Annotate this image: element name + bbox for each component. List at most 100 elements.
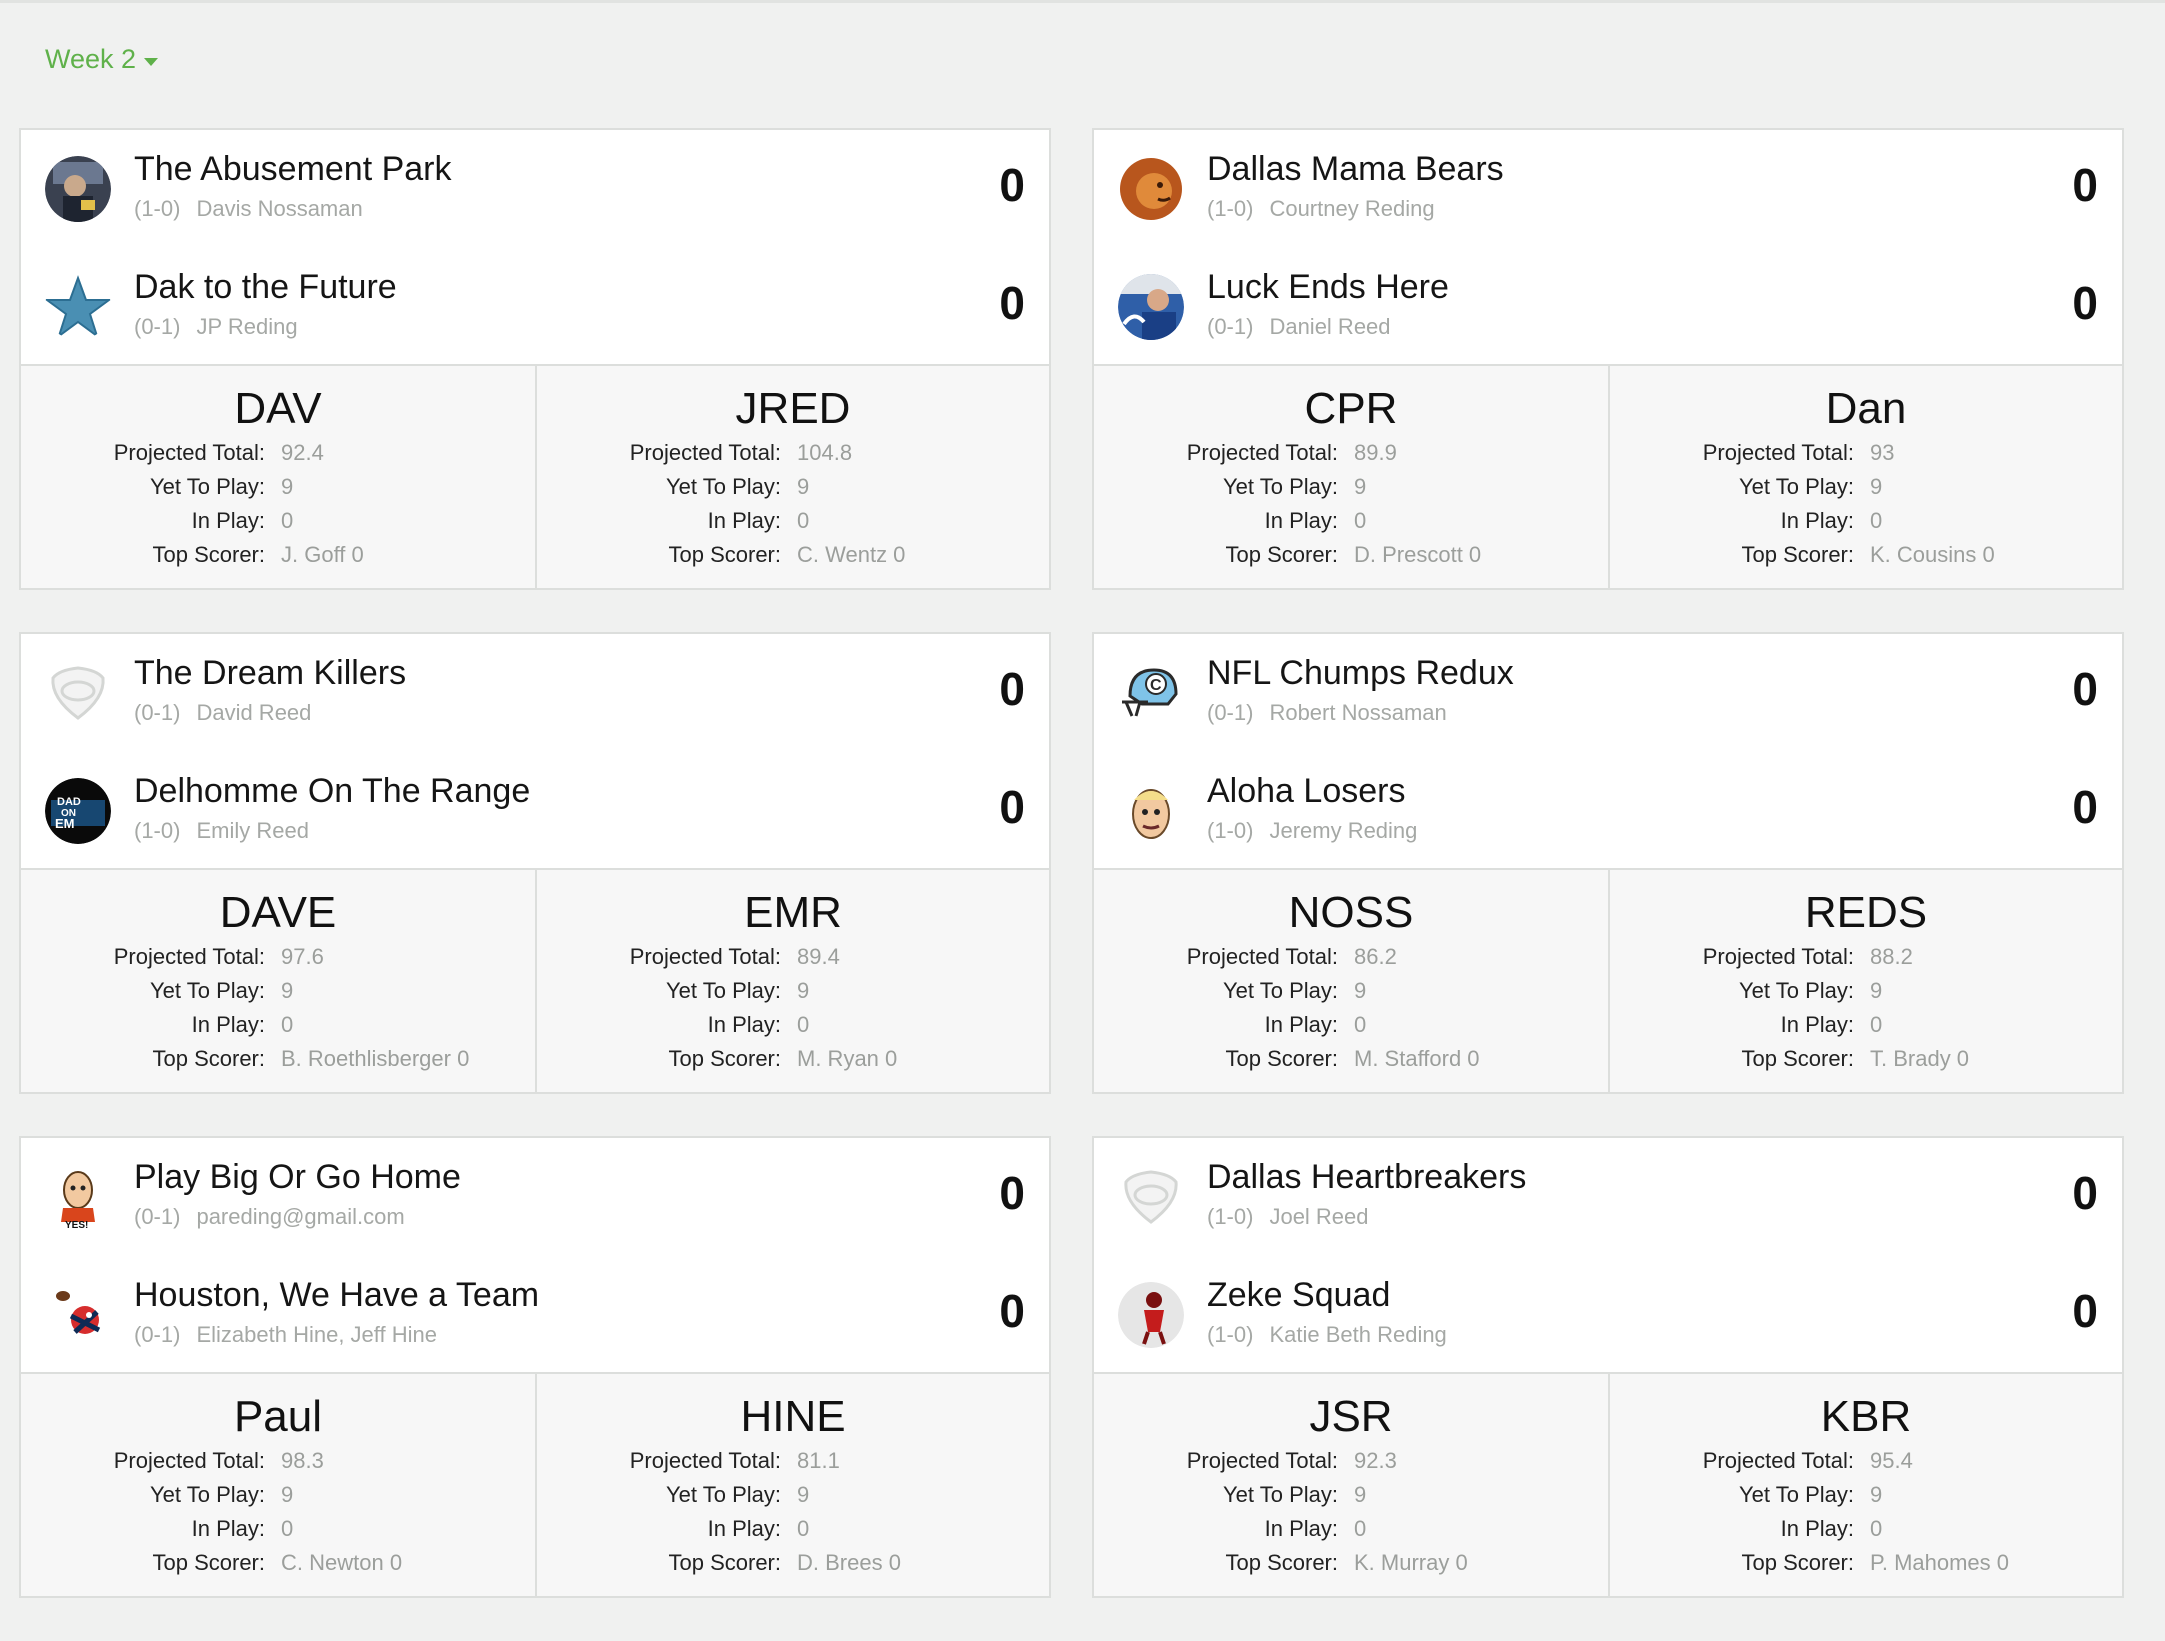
stat-label: Top Scorer: <box>1225 1550 1339 1575</box>
team-score: 0 <box>999 1285 1025 1337</box>
helmet-icon: C <box>1118 660 1184 726</box>
top-scorer-row: Top Scorer: C. Wentz 0 <box>537 538 1049 572</box>
team-name[interactable]: Houston, We Have a Team <box>134 1276 539 1315</box>
yet-to-play-row: Yet To Play: 9 <box>537 1478 1049 1512</box>
projected-total-row: Projected Total: 97.6 <box>21 940 535 974</box>
team-avatar <box>1118 1164 1184 1230</box>
team-name[interactable]: The Dream Killers <box>134 654 406 693</box>
team-record: (0-1) <box>1207 700 1254 725</box>
stat-label: In Play: <box>1780 508 1854 533</box>
team-name[interactable]: Luck Ends Here <box>1207 268 1449 307</box>
team-row[interactable]: C NFL Chumps Redux (0-1) Robert Nossaman … <box>1094 652 2122 770</box>
projected-total-row: Projected Total: 86.2 <box>1094 940 1608 974</box>
in-play-row: In Play: 0 <box>537 1512 1049 1546</box>
team-owner: Daniel Reed <box>1269 314 1391 339</box>
stats-column: DAVE Projected Total: 97.6 Yet To Play: 9 … <box>21 870 535 1092</box>
matchup-card[interactable]: The Abusement Park (1-0) Davis Nossaman 0… <box>19 128 1051 590</box>
team-meta: (1-0) Emily Reed <box>134 818 309 844</box>
team-meta: (0-1) Daniel Reed <box>1207 314 1391 340</box>
team-name[interactable]: Dallas Heartbreakers <box>1207 1158 1526 1197</box>
team-meta: (1-0) Jeremy Reding <box>1207 818 1417 844</box>
stat-label: In Play: <box>1264 1516 1338 1541</box>
stat-value: 9 <box>1870 474 1883 499</box>
stat-value: 9 <box>281 1482 294 1507</box>
stats-column: JSR Projected Total: 92.3 Yet To Play: 9 I… <box>1094 1374 1608 1596</box>
stat-label: Yet To Play: <box>1223 474 1338 499</box>
stat-value: 93 <box>1870 440 1895 465</box>
projected-total-row: Projected Total: 89.4 <box>537 940 1049 974</box>
team-score: 0 <box>999 1167 1025 1219</box>
stat-value: 9 <box>1870 1482 1883 1507</box>
team-row[interactable]: YES! Play Big Or Go Home (0-1) pareding@g… <box>21 1156 1049 1274</box>
in-play-row: In Play: 0 <box>1610 1512 2122 1546</box>
stat-label: Top Scorer: <box>152 1046 266 1071</box>
stat-label: In Play: <box>1780 1516 1854 1541</box>
team-record: (0-1) <box>134 1204 181 1229</box>
team-name[interactable]: Dak to the Future <box>134 268 397 307</box>
team-owner: pareding@gmail.com <box>196 1204 405 1229</box>
team-record: (1-0) <box>134 818 181 843</box>
team-meta: (0-1) David Reed <box>134 700 311 726</box>
matchup-card[interactable]: C NFL Chumps Redux (0-1) Robert Nossaman … <box>1092 632 2124 1094</box>
stat-label: Projected Total: <box>629 1448 781 1473</box>
team-row[interactable]: Dallas Heartbreakers (1-0) Joel Reed 0 <box>1094 1156 2122 1274</box>
matchup-card[interactable]: Dallas Mama Bears (1-0) Courtney Reding 0… <box>1092 128 2124 590</box>
stat-value: 0 <box>797 1516 810 1541</box>
team-record: (0-1) <box>134 700 181 725</box>
matchup-card[interactable]: YES! Play Big Or Go Home (0-1) pareding@g… <box>19 1136 1051 1598</box>
stat-label: Projected Total: <box>629 440 781 465</box>
team-name[interactable]: NFL Chumps Redux <box>1207 654 1514 693</box>
yet-to-play-row: Yet To Play: 9 <box>1610 1478 2122 1512</box>
team-avatar <box>1118 274 1184 340</box>
stats-column: NOSS Projected Total: 86.2 Yet To Play: 9 … <box>1094 870 1608 1092</box>
team-name[interactable]: Zeke Squad <box>1207 1276 1390 1315</box>
stat-value: 97.6 <box>281 944 324 969</box>
stat-value: 89.9 <box>1354 440 1397 465</box>
top-scorer-row: Top Scorer: P. Mahomes 0 <box>1610 1546 2122 1580</box>
team-name[interactable]: Aloha Losers <box>1207 772 1405 811</box>
yet-to-play-row: Yet To Play: 9 <box>1610 974 2122 1008</box>
team-row[interactable]: The Abusement Park (1-0) Davis Nossaman 0 <box>21 148 1049 266</box>
stat-value: 92.3 <box>1354 1448 1397 1473</box>
team-record: (1-0) <box>1207 1322 1254 1347</box>
team-row[interactable]: Dallas Mama Bears (1-0) Courtney Reding 0 <box>1094 148 2122 266</box>
team-owner: David Reed <box>196 700 312 725</box>
stats-column: KBR Projected Total: 95.4 Yet To Play: 9 I… <box>1608 1374 2122 1596</box>
matchup-card[interactable]: Dallas Heartbreakers (1-0) Joel Reed 0 Ze… <box>1092 1136 2124 1598</box>
stat-label: Projected Total: <box>1702 944 1854 969</box>
stat-label: Projected Total: <box>113 440 265 465</box>
yet-to-play-row: Yet To Play: 9 <box>1094 470 1608 504</box>
stat-value: 0 <box>1354 1516 1367 1541</box>
stat-value: C. Newton 0 <box>281 1550 403 1575</box>
week-dropdown[interactable]: Week 2 <box>45 44 159 75</box>
team-score: 0 <box>2072 781 2098 833</box>
team-owner: Emily Reed <box>196 818 309 843</box>
top-scorer-row: Top Scorer: M. Stafford 0 <box>1094 1042 1608 1076</box>
stat-label: Yet To Play: <box>666 978 781 1003</box>
stat-label: Yet To Play: <box>150 1482 265 1507</box>
team-name[interactable]: Dallas Mama Bears <box>1207 150 1504 189</box>
team-name[interactable]: Delhomme On The Range <box>134 772 530 811</box>
stat-value: 0 <box>797 508 810 533</box>
stat-value: 92.4 <box>281 440 324 465</box>
stats-column: JRED Projected Total: 104.8 Yet To Play: 9… <box>535 366 1049 588</box>
stat-label: Projected Total: <box>113 944 265 969</box>
team-avatar <box>45 660 111 726</box>
team-avatar <box>1118 1282 1184 1348</box>
stats-column: HINE Projected Total: 81.1 Yet To Play: 9 … <box>535 1374 1049 1596</box>
stat-value: 81.1 <box>797 1448 840 1473</box>
in-play-row: In Play: 0 <box>1094 504 1608 538</box>
in-play-row: In Play: 0 <box>21 1512 535 1546</box>
in-play-row: In Play: 0 <box>537 1008 1049 1042</box>
stat-value: 0 <box>1354 508 1367 533</box>
matchup-stats: DAV Projected Total: 92.4 Yet To Play: 9 I… <box>21 366 1049 588</box>
team-score: 0 <box>999 277 1025 329</box>
team-name[interactable]: The Abusement Park <box>134 150 452 189</box>
stat-value: 0 <box>797 1012 810 1037</box>
team-name[interactable]: Play Big Or Go Home <box>134 1158 461 1197</box>
star-icon <box>45 274 111 340</box>
stat-label: Top Scorer: <box>1741 1550 1855 1575</box>
team-row[interactable]: The Dream Killers (0-1) David Reed 0 <box>21 652 1049 770</box>
matchup-stats: DAVE Projected Total: 97.6 Yet To Play: 9 … <box>21 870 1049 1092</box>
matchup-card[interactable]: The Dream Killers (0-1) David Reed 0 DAD O… <box>19 632 1051 1094</box>
